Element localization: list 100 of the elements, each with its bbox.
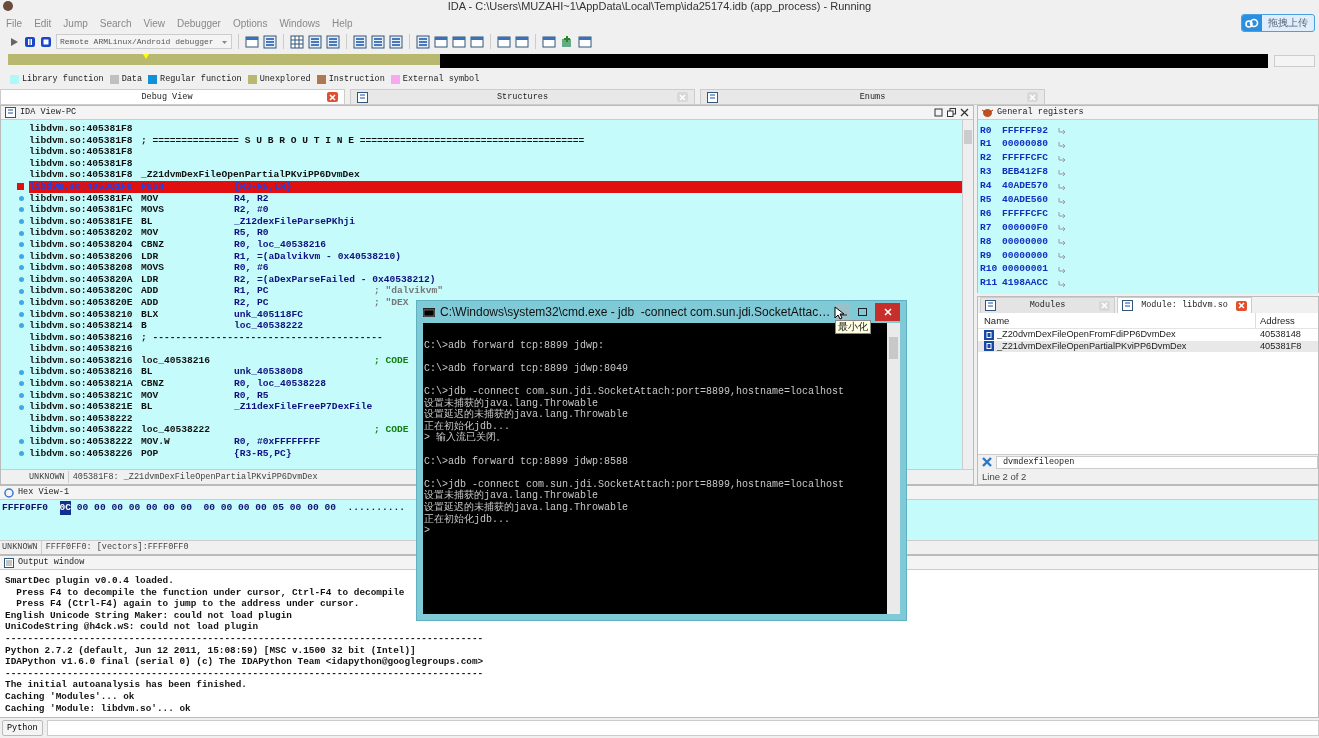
tab[interactable]: Debug View: [0, 89, 345, 104]
jump-arrow-icon[interactable]: [1058, 154, 1066, 162]
play-icon[interactable]: [8, 35, 20, 48]
window-icon[interactable]: [542, 34, 556, 49]
restore-icon[interactable]: [934, 108, 943, 117]
command-field[interactable]: [46, 720, 1319, 736]
window-title: C:\Windows\system32\cmd.exe - jdb -connect com.sun.jdi.SocketAttac…: [440, 304, 831, 321]
window-icon[interactable]: [497, 34, 511, 49]
close-icon[interactable]: [960, 108, 969, 117]
register-name: R3: [980, 165, 993, 180]
panel-title: Output window: [18, 556, 85, 569]
list-icon[interactable]: [371, 34, 385, 49]
filter-field[interactable]: dvmdexfileopen: [996, 455, 1318, 469]
stop-icon[interactable]: [40, 35, 52, 48]
register-value: 00000000: [1002, 248, 1050, 263]
window-icon[interactable]: [515, 34, 529, 49]
scrollbar[interactable]: [962, 120, 973, 469]
code-operands: R1, PC: [234, 285, 269, 297]
code-address: libdvm.so:405381FC: [29, 204, 133, 216]
navigation-field[interactable]: [1274, 54, 1315, 67]
jump-arrow-icon[interactable]: [1058, 168, 1066, 176]
code-mnemonic: BL: [141, 366, 153, 379]
plus-icon[interactable]: [560, 34, 574, 49]
table-cell-text: 40538148: [1259, 329, 1302, 341]
output-line: UniCodeString @h4ck.wS: could not load plugin: [5, 621, 260, 633]
code-address: libdvm.so:40538214: [29, 320, 133, 332]
window-icon[interactable]: [578, 34, 592, 49]
close-button[interactable]: [1236, 300, 1247, 311]
code-address: libdvm.so:40538226: [29, 447, 133, 460]
status-label: UNKNOWN: [2, 541, 42, 554]
list-icon[interactable]: [416, 34, 430, 49]
hex-byte-cursor[interactable]: 0C: [59, 501, 72, 516]
window-icon[interactable]: [470, 34, 484, 49]
close-button[interactable]: [327, 92, 338, 102]
register-value: 40ADE560: [1002, 192, 1050, 207]
register-value: 40ADE570: [1002, 179, 1050, 194]
breakpoint-icon[interactable]: [17, 183, 24, 191]
app-icon: [2, 0, 14, 12]
jump-arrow-icon[interactable]: [1058, 238, 1066, 246]
upload-button[interactable]: 拖拽上传: [1241, 14, 1315, 32]
close-button[interactable]: [875, 303, 900, 321]
table-cell: _Z20dvmDexFileOpenFromFdiPP6DvmDex: [997, 329, 1176, 341]
jump-arrow-icon[interactable]: [1058, 210, 1066, 218]
table-row[interactable]: _Z20dvmDexFileOpenFromFdiPP6DvmDex 40538148: [978, 329, 1318, 341]
python-button[interactable]: Python: [2, 720, 43, 736]
console-line: 正在初始化jdb...: [424, 420, 511, 432]
window-icon: [357, 91, 368, 103]
window-icon: [985, 300, 996, 311]
window-icon[interactable]: [245, 34, 259, 49]
code-operands: {R3-R5,LR}: [234, 180, 292, 193]
jump-arrow-icon[interactable]: [1058, 182, 1066, 190]
code-address: libdvm.so:40538216: [29, 331, 133, 344]
code-address: libdvm.so:40538204: [29, 238, 133, 251]
output-line: -------------------------------------------------------------------------------------: [5, 667, 485, 680]
jump-arrow-icon[interactable]: [1058, 266, 1066, 274]
output-line: -------------------------------------------------------------------------------------: [5, 632, 485, 645]
pause-icon[interactable]: [24, 35, 36, 48]
clear-filter-icon[interactable]: [982, 457, 992, 467]
window-icon[interactable]: [452, 34, 466, 49]
window-icon: [1122, 300, 1133, 311]
float-icon[interactable]: [947, 108, 956, 117]
tab[interactable]: Module: libdvm.so: [1117, 297, 1252, 313]
code-mnemonic: MOVS: [141, 262, 165, 274]
tab[interactable]: Modules: [980, 297, 1115, 313]
column-header[interactable]: Name: [984, 313, 1255, 329]
code-operands: _Z12dexFileParsePKhji: [234, 215, 355, 228]
code-address: libdvm.so:40538202: [29, 227, 133, 239]
close-icon: [329, 93, 336, 101]
hex-address: FFFF0FF0: [2, 501, 50, 515]
scrollbar[interactable]: [887, 323, 900, 614]
code-mnemonic: BL: [141, 215, 153, 228]
debugger-select[interactable]: Remote ARMLinux/Android debugger: [56, 34, 232, 49]
close-icon: [679, 93, 686, 101]
status-text: FFFF0FF0: [vectors]:FFFF0FF0: [45, 541, 189, 554]
tab[interactable]: Structures: [350, 89, 695, 104]
list-icon[interactable]: [389, 34, 403, 49]
output-line: SmartDec plugin v0.0.4 loaded.: [5, 575, 175, 587]
tab[interactable]: Enums: [700, 89, 1045, 104]
jump-arrow-icon[interactable]: [1058, 127, 1066, 135]
code-address: libdvm.so:4053820C: [29, 285, 133, 297]
code-operands: unk_405118FC: [234, 308, 304, 321]
code-mnemonic: MOV: [141, 227, 159, 239]
list-icon[interactable]: [353, 34, 367, 49]
bug-icon: [982, 106, 993, 118]
navigation-band[interactable]: [8, 53, 1268, 68]
grid-icon[interactable]: [290, 34, 304, 49]
column-header[interactable]: Address: [1255, 313, 1318, 329]
list-icon[interactable]: [263, 34, 277, 49]
register-value: 00000000: [1002, 234, 1050, 249]
jump-arrow-icon[interactable]: [1058, 280, 1066, 287]
jump-arrow-icon[interactable]: [1058, 196, 1066, 204]
window-icon[interactable]: [434, 34, 448, 49]
code-address: libdvm.so:4053821A: [29, 378, 133, 390]
code-operands: unk_405380D8: [234, 366, 304, 379]
table-row[interactable]: _Z21dvmDexFileOpenPartialPKviPP6DvmDex 405381F8: [978, 340, 1318, 352]
list-icon[interactable]: [326, 34, 340, 49]
jump-arrow-icon[interactable]: [1058, 141, 1066, 149]
jump-arrow-icon[interactable]: [1058, 224, 1066, 232]
jump-arrow-icon[interactable]: [1058, 252, 1066, 260]
list-icon[interactable]: [308, 34, 322, 49]
